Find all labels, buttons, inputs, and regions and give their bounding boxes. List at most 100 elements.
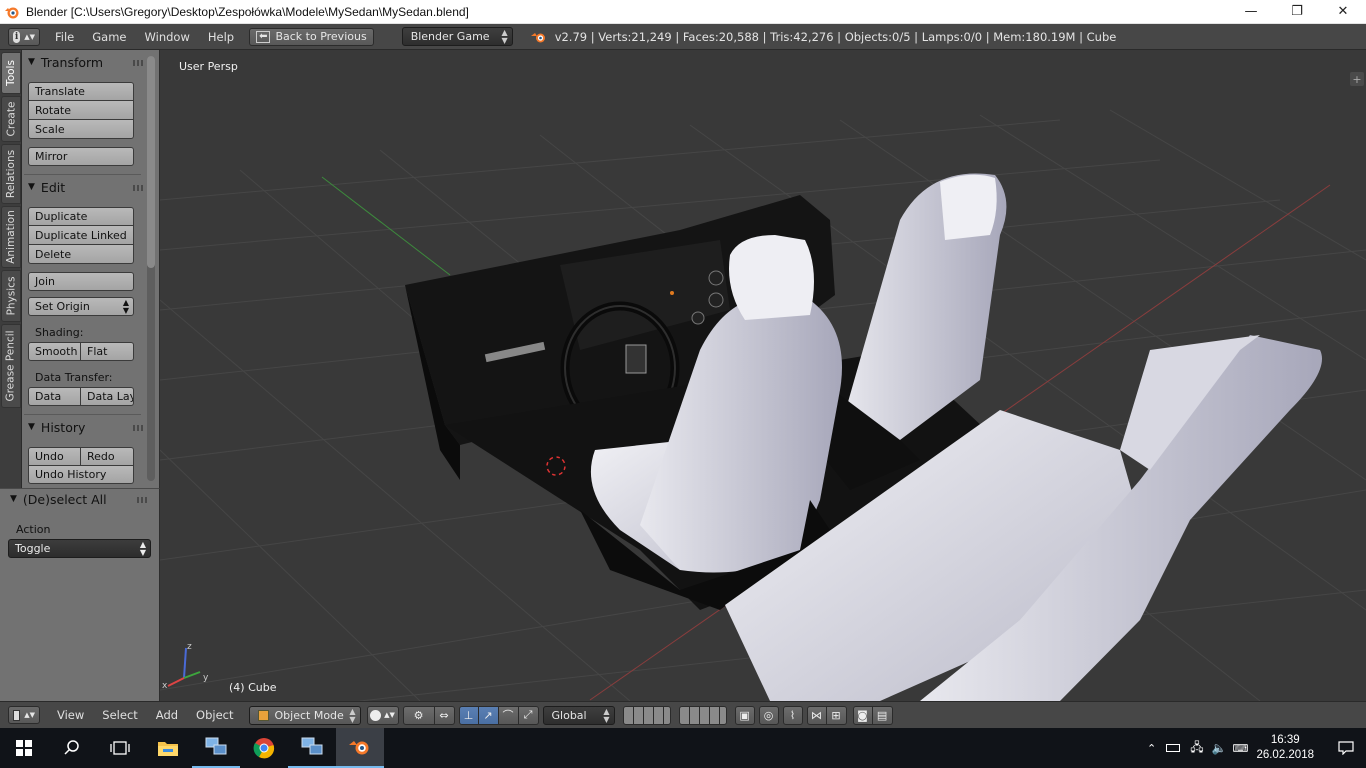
search-button[interactable] (48, 728, 96, 768)
action-center-button[interactable] (1326, 728, 1366, 768)
viewport-scene[interactable] (160, 50, 1366, 701)
data-layers-button[interactable]: Data Lay (81, 387, 134, 406)
data-transfer-button[interactable]: Data (28, 387, 81, 406)
blender-icon (5, 7, 19, 18)
redo-button[interactable]: Redo (81, 447, 134, 466)
falloff-button[interactable]: ⌇ (782, 705, 803, 725)
tab-relations[interactable]: Relations (1, 144, 21, 204)
smooth-button[interactable]: Smooth (28, 342, 81, 361)
menu-add[interactable]: Add (147, 708, 187, 722)
menu-game[interactable]: Game (83, 30, 135, 44)
maximize-button[interactable]: ❐ (1274, 0, 1320, 24)
folder-icon (158, 742, 178, 756)
menu-object[interactable]: Object (187, 708, 242, 722)
taskbar-file-explorer[interactable] (144, 728, 192, 768)
tab-tools[interactable]: Tools (1, 52, 21, 94)
scene-layers-2[interactable] (678, 705, 727, 725)
taskbar-remote-desktop-1[interactable] (192, 728, 240, 768)
operator-panel: ▼ (De)select All Action Toggle ▲ ▼ (0, 488, 160, 701)
chevron-up-icon[interactable]: ⌃ (1147, 742, 1156, 755)
close-button[interactable]: ✕ (1320, 0, 1366, 24)
lock-layers-button[interactable]: ▣ (734, 705, 755, 725)
taskbar-clock[interactable]: 16:39 26.02.2018 (1256, 733, 1314, 763)
start-button[interactable] (0, 728, 48, 768)
tool-tabs: Tools Create Relations Animation Physics… (0, 50, 22, 488)
system-tray: ⌃ 🖧 🔈 ⌨ 16:39 26.02.2018 (1147, 728, 1366, 768)
menu-window[interactable]: Window (136, 30, 199, 44)
flat-button[interactable]: Flat (81, 342, 134, 361)
network-computer-icon (205, 737, 227, 755)
cube-icon (13, 709, 21, 721)
translate-button[interactable]: Translate (28, 82, 134, 101)
orientation-select[interactable]: Global ▲ ▼ (542, 705, 615, 725)
minimize-button[interactable]: — (1228, 0, 1274, 24)
edit-panel-header[interactable]: ▼ Edit (28, 177, 139, 197)
set-origin-menu[interactable]: Set Origin ▲ ▼ (28, 297, 134, 316)
undo-history-button[interactable]: Undo History (28, 466, 134, 484)
axis-z-label: z (187, 642, 192, 652)
chevron-updown-icon: ▲▼ (139, 540, 146, 557)
opengl-animation-button[interactable]: ▤ (872, 705, 893, 725)
scale-button[interactable]: Scale (28, 120, 134, 139)
battery-icon[interactable] (1166, 744, 1181, 752)
chevron-updown-icon: ▲▼ (24, 32, 35, 41)
grip-icon[interactable] (133, 425, 145, 431)
taskbar-blender[interactable] (336, 728, 384, 768)
delete-button[interactable]: Delete (28, 245, 134, 264)
axes-icon: ⊥ (463, 708, 474, 722)
rotate-button[interactable]: Rotate (28, 101, 134, 120)
3d-viewport[interactable]: User Persp (4) Cube z y x + (160, 50, 1366, 701)
triangle-down-icon: ▼ (28, 57, 35, 67)
clock-date: 26.02.2018 (1256, 749, 1314, 761)
history-panel-header[interactable]: ▼ History (28, 417, 139, 437)
task-view-button[interactable] (96, 728, 144, 768)
snap-button[interactable]: ⋈ (806, 705, 827, 725)
transform-panel-header[interactable]: ▼ Transform (28, 52, 139, 72)
tab-grease-pencil[interactable]: Grease Pencil (1, 324, 21, 408)
properties-toggle-button[interactable]: + (1350, 72, 1364, 86)
mirror-button[interactable]: Mirror (28, 147, 134, 166)
menu-view[interactable]: View (48, 708, 93, 722)
taskbar-chrome[interactable] (240, 728, 288, 768)
network-icon[interactable]: 🖧 (1190, 738, 1203, 759)
menu-select[interactable]: Select (93, 708, 146, 722)
grip-icon[interactable] (137, 497, 149, 503)
manipulator-toggle-button[interactable]: ⇔ (434, 705, 455, 725)
tab-physics[interactable]: Physics (1, 270, 21, 322)
snap-element-button[interactable]: ⊞ (826, 705, 847, 725)
duplicate-button[interactable]: Duplicate (28, 207, 134, 226)
grip-icon[interactable] (133, 60, 145, 66)
menu-help[interactable]: Help (199, 30, 243, 44)
action-select[interactable]: Toggle ▲ ▼ (8, 539, 151, 558)
duplicate-linked-button[interactable]: Duplicate Linked (28, 226, 134, 245)
operator-panel-header[interactable]: ▼ (De)select All (10, 489, 139, 509)
rotate-manipulator-button[interactable]: ⌒ (498, 705, 519, 725)
scrollbar-thumb[interactable] (147, 56, 155, 268)
editor-type-button[interactable]: i ▲▼ (8, 27, 40, 46)
grip-icon[interactable] (133, 185, 145, 191)
editor-type-button[interactable]: ▲▼ (8, 706, 40, 724)
undo-button[interactable]: Undo (28, 447, 81, 466)
scale-icon: ⤢ (523, 708, 533, 721)
tab-create[interactable]: Create (1, 96, 21, 142)
pivot-point-button[interactable]: ⚙ (402, 705, 435, 725)
chrome-icon (253, 738, 275, 759)
join-button[interactable]: Join (28, 272, 134, 291)
mode-select[interactable]: Object Mode ▲ ▼ (248, 705, 361, 725)
tab-animation[interactable]: Animation (1, 206, 21, 268)
taskbar-remote-desktop-2[interactable] (288, 728, 336, 768)
scene-layers-1[interactable] (622, 705, 671, 725)
scale-manipulator-button[interactable]: ⤢ (518, 705, 539, 725)
input-language-icon[interactable]: ⌨ (1233, 742, 1249, 755)
viewport-shading-button[interactable]: ▲▼ (366, 705, 399, 725)
proportional-edit-button[interactable]: ◎ (758, 705, 779, 725)
move-manipulator-button[interactable]: ↗ (478, 705, 499, 725)
active-object-label: (4) Cube (229, 681, 277, 694)
tool-shelf-scrollbar[interactable] (147, 56, 155, 481)
volume-icon[interactable]: 🔈 (1212, 741, 1227, 755)
menu-file[interactable]: File (46, 30, 83, 44)
engine-select[interactable]: Blender Game ▲ ▼ (401, 27, 513, 46)
opengl-render-button[interactable]: ◙ (852, 705, 873, 725)
back-to-previous-button[interactable]: ⬅ Back to Previous (249, 27, 374, 46)
translate-manipulator-button[interactable]: ⊥ (458, 705, 479, 725)
